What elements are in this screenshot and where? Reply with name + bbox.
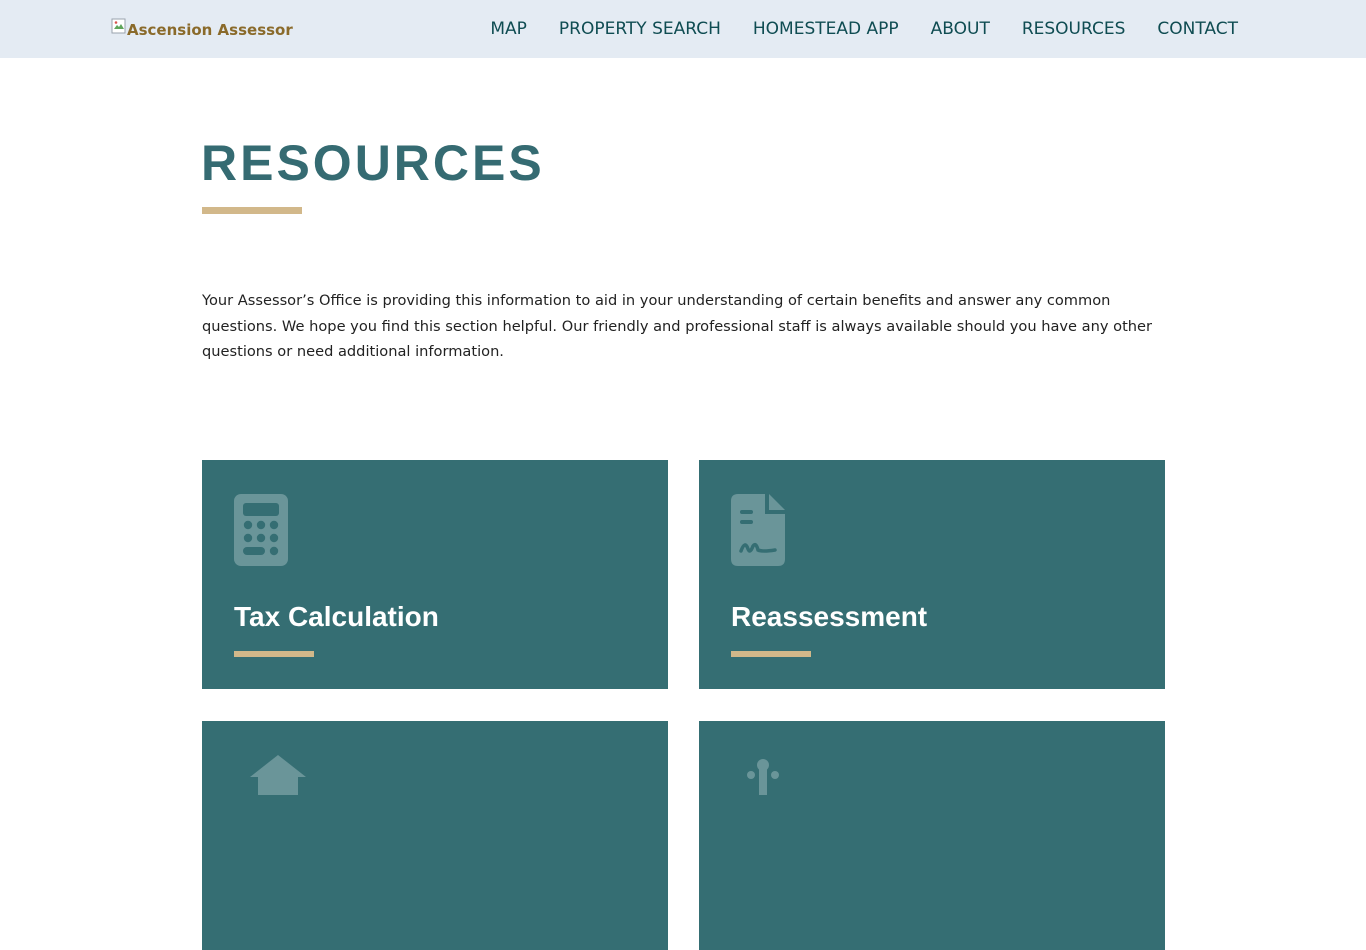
intro-paragraph: Your Assessor’s Office is providing this… [202,292,1153,360]
nav-homestead-app[interactable]: HOMESTEAD APP [753,19,899,39]
card-underline [234,651,314,657]
card-tax-calculation[interactable]: Tax Calculation [202,460,668,689]
home-icon [250,755,306,799]
main-nav: MAP PROPERTY SEARCH HOMESTEAD APP ABOUT … [490,0,1238,58]
broken-image-icon [111,18,127,34]
nav-resources[interactable]: RESOURCES [1022,19,1126,39]
card-underline [731,651,811,657]
calculator-icon [234,494,290,572]
card-exemptions[interactable] [699,721,1165,950]
logo-alt-text: Ascension Assessor [127,21,293,39]
signed-document-icon [731,494,787,572]
nav-property-search[interactable]: PROPERTY SEARCH [559,19,721,39]
page-title: RESOURCES [201,135,545,191]
nav-about[interactable]: ABOUT [931,19,990,39]
card-reassessment[interactable]: Reassessment [699,460,1165,689]
nav-contact[interactable]: CONTACT [1157,19,1238,39]
site-header: Ascension Assessor MAP PROPERTY SEARCH H… [0,0,1366,58]
badge-icon [739,755,795,799]
card-title: Reassessment [731,601,928,632]
site-logo[interactable]: Ascension Assessor [111,18,293,41]
title-underline [202,207,302,214]
card-title: Tax Calculation [234,601,439,632]
card-homestead[interactable] [202,721,668,950]
nav-map[interactable]: MAP [490,19,527,39]
